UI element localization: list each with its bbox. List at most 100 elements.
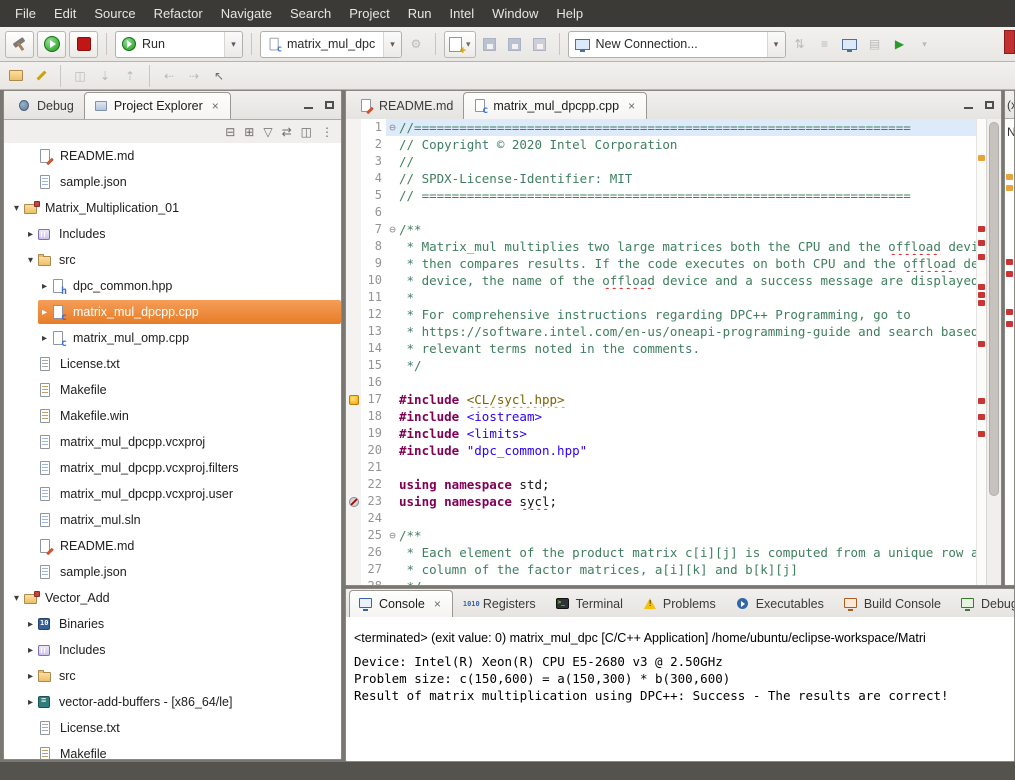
annotation-mark[interactable]: [978, 341, 985, 347]
twistie-icon[interactable]: ▸: [24, 645, 37, 656]
tree-item-readme-md[interactable]: README.md: [4, 143, 341, 169]
chevron-down-icon[interactable]: ▾: [383, 32, 401, 57]
twistie-icon[interactable]: ▸: [24, 619, 37, 630]
menu-item-file[interactable]: File: [6, 0, 45, 27]
print-button[interactable]: [529, 32, 551, 56]
tree-item-license-txt[interactable]: License.txt: [4, 715, 341, 741]
scrollbar-thumb[interactable]: [989, 122, 999, 496]
annotation-mark[interactable]: [978, 284, 985, 290]
annotation-mark[interactable]: [978, 431, 985, 437]
tree-item-sample-json[interactable]: sample.json: [4, 169, 341, 195]
profile-button[interactable]: ▶: [889, 32, 911, 56]
clipped-toolbar-icon[interactable]: [1004, 30, 1015, 54]
collapse-all-icon[interactable]: ⊟: [225, 125, 235, 139]
collapsed-right-panel[interactable]: (x N: [1004, 90, 1015, 586]
tree-item-makefile[interactable]: Makefile: [4, 377, 341, 403]
cut-session-button[interactable]: ▤: [864, 32, 886, 56]
menu-item-refactor[interactable]: Refactor: [145, 0, 212, 27]
new-wizard-button[interactable]: ▾: [444, 31, 476, 58]
close-icon[interactable]: ×: [432, 599, 443, 610]
annotation-mark[interactable]: [978, 240, 985, 246]
chevron-down-icon[interactable]: ▾: [224, 32, 242, 57]
view-menu-icon[interactable]: ⋮: [321, 125, 333, 139]
maximize-button[interactable]: [324, 99, 335, 110]
twistie-icon[interactable]: ▸: [24, 671, 37, 682]
annotation-mark[interactable]: [978, 414, 985, 420]
code-line[interactable]: 22using namespace std;: [346, 476, 976, 493]
code-line[interactable]: 2// Copyright © 2020 Intel Corporation: [346, 136, 976, 153]
open-element-button[interactable]: [5, 64, 27, 88]
next-annotation-button[interactable]: ⇣: [94, 64, 116, 88]
console-tab-problems[interactable]: Problems: [633, 590, 726, 617]
tree-item-license-txt[interactable]: License.txt: [4, 351, 341, 377]
twistie-icon[interactable]: ▸: [38, 307, 51, 318]
tree-item-vector-add-buffers-x86-64-le[interactable]: ▸vector-add-buffers - [x86_64/le]: [4, 689, 341, 715]
minimize-button[interactable]: [303, 99, 314, 110]
menu-item-project[interactable]: Project: [340, 0, 398, 27]
console-tab-console[interactable]: Console×: [349, 590, 453, 617]
filter-icon[interactable]: ▽: [263, 125, 272, 139]
view-tab-project-explorer[interactable]: Project Explorer×: [84, 92, 231, 119]
tree-item-includes[interactable]: ▸Includes: [4, 637, 341, 663]
menu-item-help[interactable]: Help: [547, 0, 592, 27]
twistie-icon[interactable]: ▸: [24, 697, 37, 708]
code-line[interactable]: 19#include <limits>: [346, 425, 976, 442]
tree-item-includes[interactable]: ▸Includes: [4, 221, 341, 247]
menu-item-navigate[interactable]: Navigate: [212, 0, 281, 27]
menu-item-search[interactable]: Search: [281, 0, 340, 27]
toggle-mark-button[interactable]: ◫: [69, 64, 91, 88]
code-line[interactable]: 26 * Each element of the product matrix …: [346, 544, 976, 561]
code-line[interactable]: 21: [346, 459, 976, 476]
code-line[interactable]: 14 * relevant terms noted in the comment…: [346, 340, 976, 357]
expand-all-icon[interactable]: ⊞: [244, 125, 254, 139]
fold-collapse-icon[interactable]: ⊖: [389, 223, 396, 236]
link-editor-icon[interactable]: ⇄: [282, 125, 292, 139]
code-line[interactable]: 23using namespace sycl;: [346, 493, 976, 510]
tree-item-makefile[interactable]: Makefile: [4, 741, 341, 759]
maximize-button[interactable]: [984, 99, 995, 110]
code-line[interactable]: 9 * then compares results. If the code e…: [346, 255, 976, 272]
close-icon[interactable]: ×: [210, 101, 221, 112]
launch-target-combo[interactable]: matrix_mul_dpc ▾: [260, 31, 402, 58]
twistie-icon[interactable]: ▾: [10, 593, 23, 604]
tree-item-src[interactable]: ▸src: [4, 663, 341, 689]
code-line[interactable]: 15 */: [346, 357, 976, 374]
tree-item-src[interactable]: ▾src: [4, 247, 341, 273]
editor-tab-matrix-mul-dpcpp-cpp[interactable]: matrix_mul_dpcpp.cpp×: [463, 92, 647, 119]
tree-item-matrix-mul-omp-cpp[interactable]: ▸matrix_mul_omp.cpp: [4, 325, 341, 351]
console-tab-registers[interactable]: Registers: [453, 590, 546, 617]
code-area[interactable]: 1⊖//====================================…: [346, 119, 976, 585]
step-filters-button[interactable]: ⇅: [789, 32, 811, 56]
collapse-nav-button[interactable]: ↖: [208, 64, 230, 88]
minimize-button[interactable]: [963, 99, 974, 110]
code-line[interactable]: 7⊖/**: [346, 221, 976, 238]
bulb-marker-icon[interactable]: [349, 395, 359, 405]
menu-item-run[interactable]: Run: [399, 0, 441, 27]
remote-console-button[interactable]: [839, 32, 861, 56]
stop-marker-icon[interactable]: [349, 497, 359, 507]
code-line[interactable]: 4// SPDX-License-Identifier: MIT: [346, 170, 976, 187]
new-connection-combo[interactable]: New Connection... ▾: [568, 31, 786, 58]
menu-item-source[interactable]: Source: [85, 0, 144, 27]
run-configuration-combo[interactable]: Run ▾: [115, 31, 243, 58]
code-line[interactable]: 20#include "dpc_common.hpp": [346, 442, 976, 459]
code-line[interactable]: 11 *: [346, 289, 976, 306]
annotation-mark[interactable]: [978, 254, 985, 260]
tree-item-sample-json[interactable]: sample.json: [4, 559, 341, 585]
menu-item-window[interactable]: Window: [483, 0, 547, 27]
forward-button[interactable]: ⇢: [183, 64, 205, 88]
tree-item-matrix-mul-dpcpp-cpp[interactable]: ▸matrix_mul_dpcpp.cpp: [4, 299, 341, 325]
editor-scrollbar[interactable]: [986, 119, 1001, 585]
target-settings-button[interactable]: ⚙: [405, 32, 427, 56]
twistie-icon[interactable]: ▸: [24, 229, 37, 240]
tree-item-makefile-win[interactable]: Makefile.win: [4, 403, 341, 429]
tree-item-vector-add[interactable]: ▾Vector_Add: [4, 585, 341, 611]
console-tab-debugger-console[interactable]: Debugger Console: [951, 590, 1014, 617]
resume-button[interactable]: [37, 31, 66, 58]
twistie-icon[interactable]: ▸: [38, 333, 51, 344]
code-line[interactable]: 1⊖//====================================…: [346, 119, 976, 136]
fold-collapse-icon[interactable]: ⊖: [389, 121, 396, 134]
tree-item-matrix-mul-dpcpp-vcxproj-user[interactable]: matrix_mul_dpcpp.vcxproj.user: [4, 481, 341, 507]
annotation-mark[interactable]: [978, 226, 985, 232]
instruction-stepping-button[interactable]: ≡: [814, 32, 836, 56]
